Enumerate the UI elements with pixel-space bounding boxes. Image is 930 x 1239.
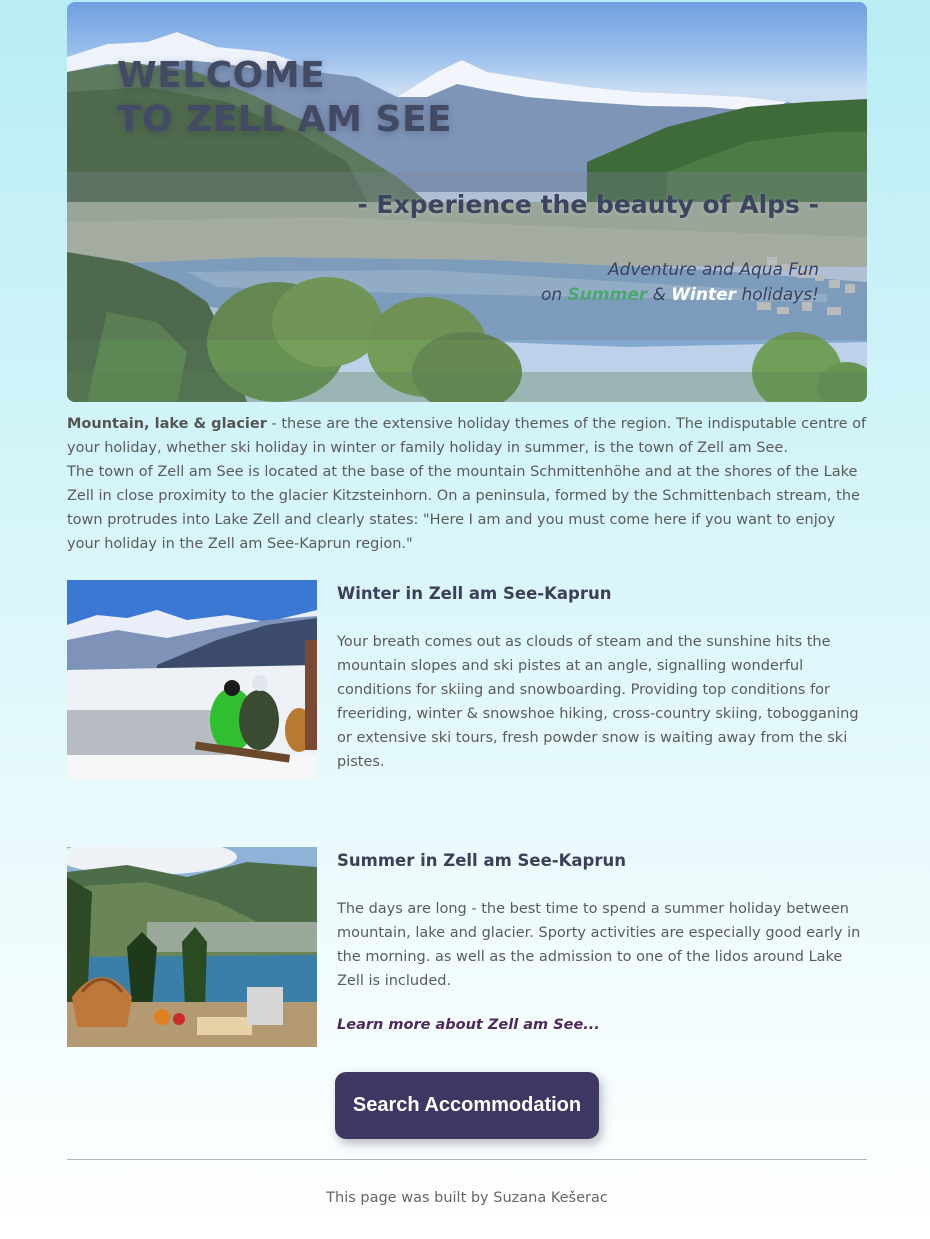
intro-bold-lead: Mountain, lake & glacier	[67, 416, 267, 432]
tagline-summer: Summer	[567, 285, 648, 305]
page-title: WELCOME TO ZELL AM SEE	[117, 54, 452, 142]
hero-overlay-band-lower	[67, 340, 867, 402]
title-line-2: TO ZELL AM SEE	[117, 99, 453, 140]
learn-more-link[interactable]: Learn more about Zell am See...	[337, 1017, 600, 1033]
winter-body: Your breath comes out as clouds of steam…	[337, 634, 859, 770]
tagline-amp: &	[652, 285, 666, 305]
summer-section: Summer in Zell am See-Kaprun The days ar…	[67, 847, 867, 1047]
intro-paragraph: Mountain, lake & glacier - these are the…	[67, 412, 867, 556]
search-accommodation-button[interactable]: Search Accommodation	[335, 1072, 599, 1139]
tagline-line-2: on Summer & Winter holidays!	[541, 283, 819, 308]
summer-image	[67, 847, 317, 1047]
tagline-winter: Winter	[671, 285, 737, 305]
winter-section: Winter in Zell am See-Kaprun Your breath…	[67, 580, 867, 780]
summer-body: The days are long - the best time to spe…	[337, 901, 861, 989]
footer-credit: This page was built by Suzana Kešerac	[326, 1190, 608, 1206]
tagline-line-1: Adventure and Aqua Fun	[607, 260, 819, 280]
summer-heading: Summer in Zell am See-Kaprun	[337, 851, 626, 870]
footer-divider	[67, 1159, 867, 1160]
intro-text-2: The town of Zell am See is located at th…	[67, 464, 860, 552]
tagline-end: holidays!	[741, 285, 819, 305]
tagline-on: on	[540, 285, 563, 305]
hero-banner: WELCOME TO ZELL AM SEE - Experience the …	[67, 2, 867, 402]
hero-tagline: Adventure and Aqua Fun on Summer & Winte…	[541, 258, 819, 308]
winter-heading: Winter in Zell am See-Kaprun	[337, 584, 612, 603]
winter-image	[67, 580, 317, 780]
summer-text: Summer in Zell am See-Kaprun The days ar…	[337, 847, 867, 1033]
winter-text: Winter in Zell am See-Kaprun Your breath…	[337, 580, 867, 774]
hero-subtitle: - Experience the beauty of Alps -	[357, 190, 819, 219]
title-line-1: WELCOME	[117, 55, 326, 96]
